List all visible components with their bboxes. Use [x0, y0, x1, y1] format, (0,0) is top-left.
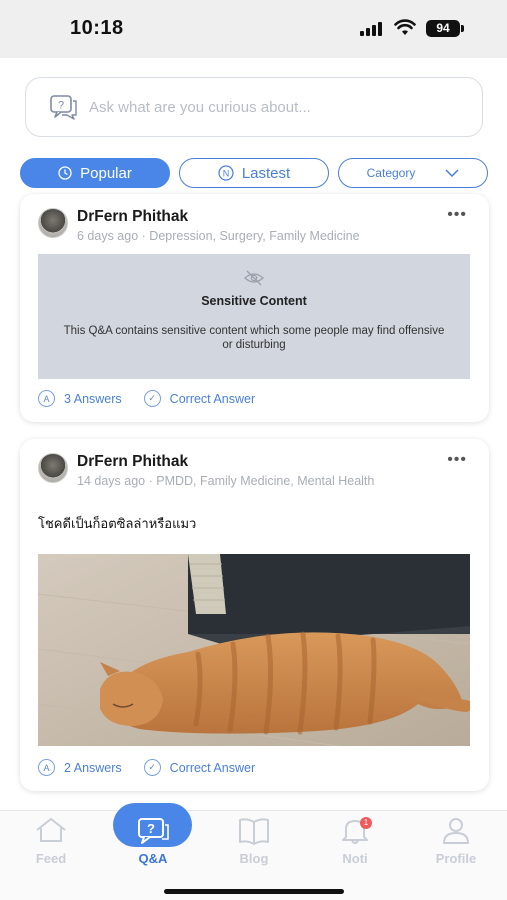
nav-blog-label: Blog [239, 851, 269, 866]
more-icon[interactable]: ••• [447, 206, 467, 224]
more-icon[interactable]: ••• [447, 451, 467, 469]
sensitive-content-overlay[interactable]: Sensitive Content This Q&A contains sens… [38, 254, 470, 379]
correct-answer-link[interactable]: Correct Answer [170, 761, 255, 775]
avatar[interactable] [38, 208, 68, 238]
book-icon [239, 818, 269, 845]
answers-count[interactable]: 3 Answers [64, 392, 122, 406]
card-footer: A 3 Answers ✓ Correct Answer [38, 390, 255, 407]
card-footer: A 2 Answers ✓ Correct Answer [38, 759, 255, 776]
svg-text:?: ? [147, 821, 155, 836]
post-meta: 6 days ago · Depression, Surgery, Family… [77, 229, 360, 243]
new-icon: N [218, 165, 234, 181]
wifi-icon [394, 19, 416, 35]
sensitive-title: Sensitive Content [201, 294, 307, 308]
profile-icon [443, 818, 469, 844]
svg-text:N: N [223, 169, 230, 179]
correct-answer-link[interactable]: Correct Answer [170, 392, 255, 406]
search-input[interactable]: ? Ask what are you curious about... [25, 77, 483, 137]
home-icon [36, 818, 66, 842]
post-meta: 14 days ago · PMDD, Family Medicine, Men… [77, 474, 374, 488]
filter-latest-label: Lastest [241, 164, 291, 182]
post-time: 14 days ago [77, 474, 146, 488]
check-icon: ✓ [143, 390, 161, 407]
question-card[interactable]: DrFern Phithak 6 days ago · Depression, … [20, 194, 489, 422]
qa-feed: ? Ask what are you curious about... Popu… [0, 58, 507, 810]
filter-latest-button[interactable]: N Lastest [179, 158, 329, 188]
notification-badge: 1 [360, 817, 372, 829]
author-name[interactable]: DrFern Phithak [77, 453, 188, 471]
post-tags: PMDD, Family Medicine, Mental Health [156, 474, 375, 488]
post-time: 6 days ago [77, 229, 139, 243]
bottom-nav: Feed ? Q&A Blog Noti 1 Profile [0, 803, 507, 900]
category-dropdown[interactable]: Category [338, 158, 488, 188]
category-label: Category [366, 166, 416, 180]
filter-popular-label: Popular [80, 164, 132, 182]
chevron-down-icon [445, 169, 459, 177]
answers-count[interactable]: 2 Answers [64, 761, 122, 775]
post-tags: Depression, Surgery, Family Medicine [149, 229, 360, 243]
avatar[interactable] [38, 453, 68, 483]
question-bubble-icon: ? [50, 95, 77, 120]
status-time: 10:18 [70, 17, 124, 39]
nav-qa-label: Q&A [138, 851, 168, 866]
nav-noti-label: Noti [342, 851, 368, 866]
signal-icon [360, 22, 384, 36]
question-text[interactable]: โชคดีเป็นก็อตซิลล่าหรือแมว [38, 513, 196, 534]
nav-feed-label: Feed [35, 851, 67, 866]
eye-off-icon [244, 270, 264, 286]
answer-icon: A [38, 759, 55, 776]
status-bar: 10:18 94 [0, 0, 507, 58]
post-image-cat[interactable] [38, 554, 470, 746]
cat-photo-illustration [38, 554, 470, 746]
question-card[interactable]: DrFern Phithak 14 days ago · PMDD, Famil… [20, 439, 489, 791]
qa-icon: ? [138, 818, 169, 844]
answer-icon: A [38, 390, 55, 407]
svg-text:?: ? [58, 100, 64, 112]
author-name[interactable]: DrFern Phithak [77, 208, 188, 226]
battery-indicator: 94 [426, 20, 464, 37]
check-icon: ✓ [143, 759, 161, 776]
nav-profile-label: Profile [435, 851, 477, 866]
clock-icon [58, 166, 72, 180]
sensitive-description: This Q&A contains sensitive content whic… [63, 325, 445, 351]
search-placeholder: Ask what are you curious about... [89, 99, 311, 116]
home-indicator [164, 889, 344, 894]
filter-popular-button[interactable]: Popular [20, 158, 170, 188]
